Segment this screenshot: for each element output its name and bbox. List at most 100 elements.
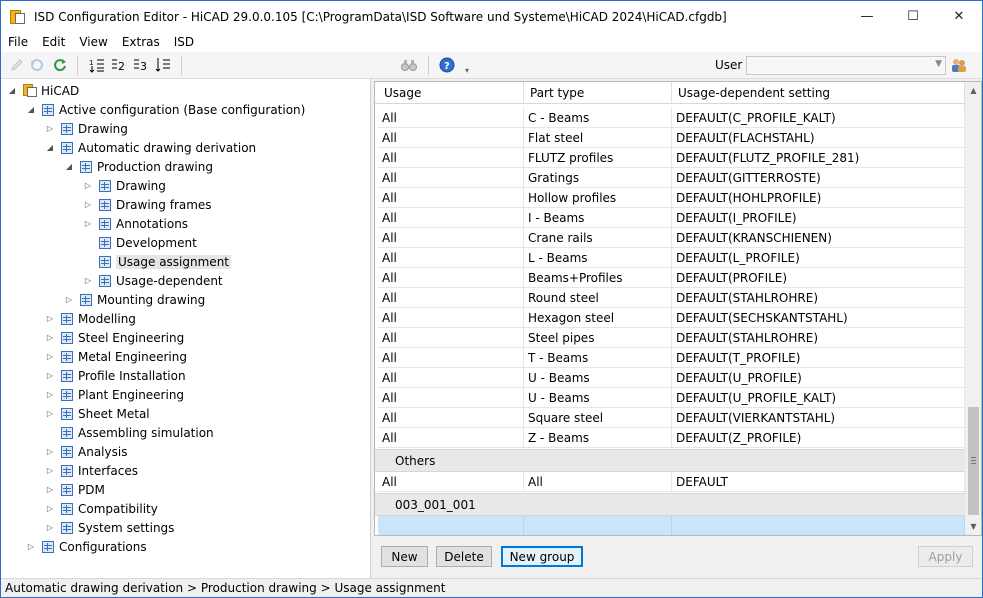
tree-item-pdm[interactable]: ▷ PDM <box>45 480 105 499</box>
level-2-icon[interactable]: 2 <box>111 57 127 73</box>
table-row[interactable]: All All DEFAULT <box>378 472 965 492</box>
table-row[interactable]: All Gratings DEFAULT(GITTERROSTE) <box>378 168 965 188</box>
tree-item-metal-engineering[interactable]: ▷ Metal Engineering <box>45 347 187 366</box>
tree-item-drawing[interactable]: ▷ Drawing <box>83 176 166 195</box>
expanded-arrow-icon[interactable]: ◢ <box>26 105 36 114</box>
collapsed-arrow-icon[interactable]: ▷ <box>83 181 93 190</box>
cell-usage[interactable]: All <box>378 208 524 228</box>
collapsed-arrow-icon[interactable]: ▷ <box>45 447 55 456</box>
help-icon[interactable]: ? <box>439 57 455 73</box>
cell-setting[interactable]: DEFAULT(KRANSCHIENEN) <box>672 228 965 248</box>
cell-setting[interactable]: DEFAULT(T_PROFILE) <box>672 348 965 368</box>
tree-item-plant-engineering[interactable]: ▷ Plant Engineering <box>45 385 184 404</box>
cell-part-type[interactable]: U - Beams <box>524 388 672 408</box>
cell-setting[interactable]: DEFAULT(I_PROFILE) <box>672 208 965 228</box>
cell-usage[interactable]: All <box>378 108 524 128</box>
cell-part-type[interactable]: C - Beams <box>524 108 672 128</box>
collapsed-arrow-icon[interactable]: ▷ <box>83 200 93 209</box>
cell-part-type[interactable]: Beams+Profiles <box>524 268 672 288</box>
table-row[interactable]: All Crane rails DEFAULT(KRANSCHIENEN) <box>378 228 965 248</box>
cell-usage[interactable]: All <box>378 268 524 288</box>
cell-setting[interactable]: DEFAULT(SECHSKANTSTAHL) <box>672 308 965 328</box>
apply-button[interactable]: Apply <box>918 546 973 567</box>
new-button[interactable]: New <box>381 546 428 567</box>
menu-view[interactable]: View <box>72 35 114 49</box>
cell-part-type[interactable]: Crane rails <box>524 228 672 248</box>
collapsed-arrow-icon[interactable]: ▷ <box>64 295 74 304</box>
cell-setting[interactable]: DEFAULT(VIERKANTSTAHL) <box>672 408 965 428</box>
scrollbar-thumb[interactable] <box>968 407 979 515</box>
tree-item-interfaces[interactable]: ▷ Interfaces <box>45 461 138 480</box>
tree-item-modelling[interactable]: ▷ Modelling <box>45 309 136 328</box>
level-3-icon[interactable]: 3 <box>133 57 149 73</box>
table-row[interactable]: All Hexagon steel DEFAULT(SECHSKANTSTAHL) <box>378 308 965 328</box>
collapsed-arrow-icon[interactable]: ▷ <box>45 371 55 380</box>
table-row[interactable]: All Square steel DEFAULT(VIERKANTSTAHL) <box>378 408 965 428</box>
tree-item-analysis[interactable]: ▷ Analysis <box>45 442 128 461</box>
cell-usage[interactable]: All <box>378 228 524 248</box>
refresh-icon[interactable] <box>52 57 68 73</box>
table-row[interactable]: All C - Beams DEFAULT(C_PROFILE_KALT) <box>378 108 965 128</box>
cell-usage[interactable]: All <box>378 148 524 168</box>
tree-item-sheet-metal[interactable]: ▷ Sheet Metal <box>45 404 150 423</box>
expanded-arrow-icon[interactable]: ◢ <box>7 86 17 95</box>
column-header-usage-dependent-setting[interactable]: Usage-dependent setting <box>672 82 965 104</box>
collapsed-arrow-icon[interactable]: ▷ <box>45 523 55 532</box>
sort-down-icon[interactable] <box>155 57 171 73</box>
cell-setting[interactable]: DEFAULT(HOHLPROFILE) <box>672 188 965 208</box>
tree-item-assembling-simulation[interactable]: Assembling simulation <box>45 423 214 442</box>
scroll-down-icon[interactable]: ▼ <box>965 518 981 535</box>
pencil-icon[interactable] <box>9 57 25 73</box>
cell-usage[interactable]: All <box>378 348 524 368</box>
cell-setting[interactable]: DEFAULT(PROFILE) <box>672 268 965 288</box>
collapsed-arrow-icon[interactable]: ▷ <box>45 333 55 342</box>
column-header-part-type[interactable]: Part type <box>524 82 672 104</box>
cell-usage[interactable]: All <box>378 368 524 388</box>
table-row[interactable]: All Round steel DEFAULT(STAHLROHRE) <box>378 288 965 308</box>
title-bar[interactable]: ISD Configuration Editor - HiCAD 29.0.0.… <box>1 1 982 32</box>
usage-assignment-grid[interactable]: Usage Part type Usage-dependent setting … <box>374 81 982 536</box>
cell-usage[interactable]: All <box>378 188 524 208</box>
cell-usage[interactable]: All <box>378 168 524 188</box>
group-header[interactable]: 003_001_001 <box>375 493 965 516</box>
tree-item-usage-dependent[interactable]: ▷ Usage-dependent <box>83 271 223 290</box>
cell-usage[interactable] <box>378 516 524 535</box>
tree-item-system-settings[interactable]: ▷ System settings <box>45 518 175 537</box>
tree-item-development[interactable]: Development <box>83 233 197 252</box>
cell-part-type[interactable]: Hollow profiles <box>524 188 672 208</box>
table-row[interactable]: All U - Beams DEFAULT(U_PROFILE_KALT) <box>378 388 965 408</box>
tree-item-mounting-drawing[interactable]: ▷ Mounting drawing <box>64 290 205 309</box>
sort-tree-icon[interactable]: 1 <box>89 57 105 73</box>
tree-item-hicad[interactable]: ◢ HiCAD <box>7 81 79 100</box>
new-entry-row[interactable] <box>378 516 965 535</box>
tree-item-automatic-drawing-derivation[interactable]: ◢ Automatic drawing derivation <box>45 138 256 157</box>
tree-item-drawing-frames[interactable]: ▷ Drawing frames <box>83 195 212 214</box>
table-row[interactable]: All U - Beams DEFAULT(U_PROFILE) <box>378 368 965 388</box>
cell-setting[interactable]: DEFAULT(STAHLROHRE) <box>672 328 965 348</box>
collapsed-arrow-icon[interactable]: ▷ <box>26 542 36 551</box>
tree-item-annotations[interactable]: ▷ Annotations <box>83 214 188 233</box>
tree-item-profile-installation[interactable]: ▷ Profile Installation <box>45 366 186 385</box>
cell-usage[interactable]: All <box>378 388 524 408</box>
help-dropdown-icon[interactable]: ▾ <box>459 62 475 78</box>
delete-button[interactable]: Delete <box>436 546 492 567</box>
cell-usage[interactable]: All <box>378 328 524 348</box>
collapsed-arrow-icon[interactable]: ▷ <box>45 504 55 513</box>
collapsed-arrow-icon[interactable]: ▷ <box>45 352 55 361</box>
cell-setting[interactable]: DEFAULT(FLUTZ_PROFILE_281) <box>672 148 965 168</box>
scroll-up-icon[interactable]: ▲ <box>965 82 981 99</box>
table-row[interactable]: All I - Beams DEFAULT(I_PROFILE) <box>378 208 965 228</box>
cell-part-type[interactable]: Flat steel <box>524 128 672 148</box>
cell-usage[interactable]: All <box>378 408 524 428</box>
cell-setting[interactable]: DEFAULT(L_PROFILE) <box>672 248 965 268</box>
collapsed-arrow-icon[interactable]: ▷ <box>45 390 55 399</box>
cell-setting[interactable]: DEFAULT(STAHLROHRE) <box>672 288 965 308</box>
expanded-arrow-icon[interactable]: ◢ <box>45 143 55 152</box>
expanded-arrow-icon[interactable]: ◢ <box>64 162 74 171</box>
cell-setting[interactable]: DEFAULT(GITTERROSTE) <box>672 168 965 188</box>
cell-usage[interactable]: All <box>378 472 524 492</box>
grid-vertical-scrollbar[interactable]: ▲ ▼ <box>964 82 981 535</box>
table-row[interactable]: All Steel pipes DEFAULT(STAHLROHRE) <box>378 328 965 348</box>
table-row[interactable]: All Z - Beams DEFAULT(Z_PROFILE) <box>378 428 965 448</box>
cell-usage[interactable]: All <box>378 288 524 308</box>
